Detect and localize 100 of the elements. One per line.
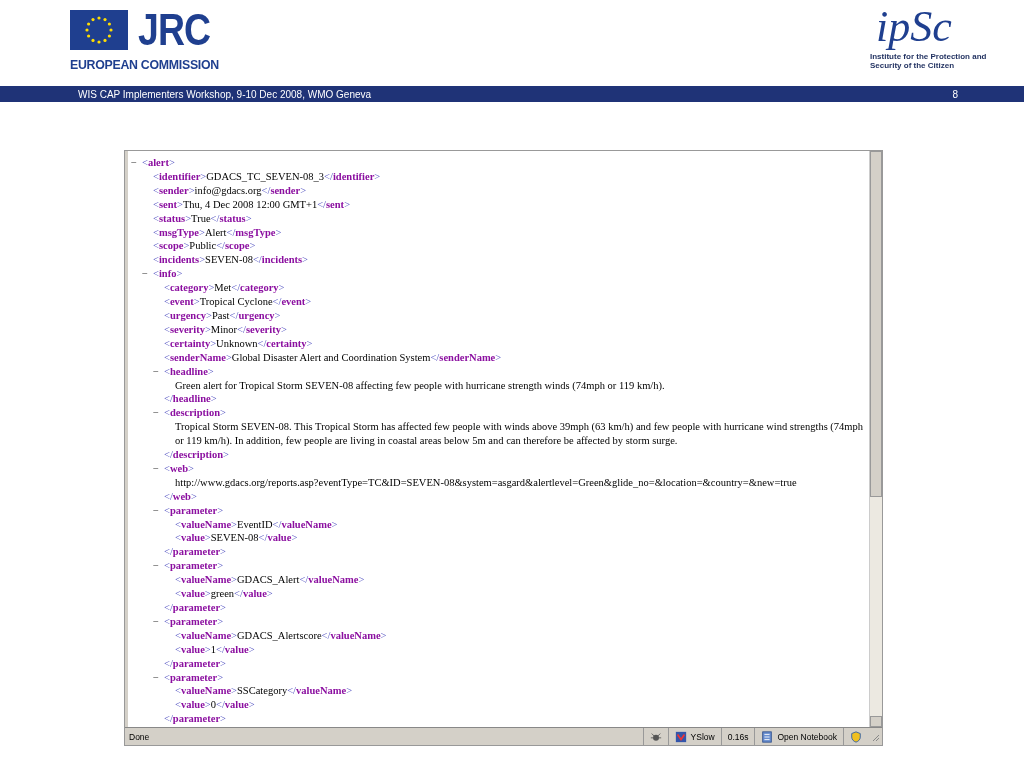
xml-tag: </event> [272,296,312,308]
xml-value: 1 [210,643,216,655]
xml-value: GDACS_Alert [237,574,300,586]
xml-value: EventID [237,518,273,530]
xml-tag: <info> [153,268,183,280]
logo-caption: Institute for the Protection and Security of the Citizen [870,52,988,70]
xml-value: Public [189,240,217,252]
xml-tag: <valueName> [175,685,237,697]
status-text: Done [128,731,151,742]
xml-tag: <parameter> [164,615,224,627]
xml-tag: </msgType> [226,226,282,238]
xml-tag: </sender> [261,184,307,196]
xml-tag: <valueName> [175,629,237,641]
xml-tag: <valueName> [175,518,237,530]
xml-value: SEVEN-08 [205,254,253,266]
xml-value: http://www.gdacs.org/reports.asp?eventType=TC&ID=SEVEN-08&system=asgard&alertlevel=Green&glide_no=&location=&country=&new=true [175,475,798,490]
xml-tag: <value> [175,588,211,600]
xml-tag: <value> [175,699,211,711]
xml-tag: </certainty> [257,337,313,349]
collapse-toggle[interactable]: − [153,559,164,574]
bug-icon[interactable] [649,730,662,743]
xml-tag: </senderName> [430,351,502,363]
xml-tag: <parameter> [164,504,224,516]
presentation-title: WIS CAP Implementers Workshop, 9-10 Dec 2008, WMO Geneva [78,88,372,100]
xml-tag: </value> [216,699,255,711]
xml-tag: <description> [164,407,226,419]
xml-value: 0 [210,699,216,711]
xml-tag: </value> [216,643,255,655]
xml-value: SSCategory [237,685,288,697]
xml-tag: </valueName> [272,518,338,530]
xml-tag: </urgency> [229,309,281,321]
xml-tag: </parameter> [164,713,226,725]
logo-caption: EUROPEAN COMMISSION [70,57,219,72]
xml-value: green [210,588,235,600]
xml-tag: </valueName> [287,685,353,697]
xml-tag: <identifier> [153,170,207,182]
xml-value: Past [212,309,230,321]
xml-value: Tropical Cyclone [199,296,273,308]
xml-tag: </status> [210,212,252,224]
xml-tag: <status> [153,212,192,224]
xml-tag: </web> [164,490,197,502]
xml-tag: </identifier> [324,170,381,182]
xml-tag: </description> [164,449,229,461]
xml-value: SEVEN-08 [210,532,259,544]
xml-tag: <severity> [164,323,211,335]
xml-tag: <sent> [153,198,183,210]
xml-tag: </value> [258,532,298,544]
xml-value: Met [214,282,232,294]
xml-tag: </category> [231,282,285,294]
xml-value: Tropical Storm SEVEN-08. This Tropical Storm has affected few people with winds above 39mph (63 km/h) and few people with hurricane wind strengths (74mph or 119 km/h). In addition, few people are living in coastal areas below 5m and can therefore be affected by storm surge. [175,420,865,449]
page-number: 8 [952,88,958,100]
xml-tag: </sent> [317,198,351,210]
xml-tag: </incidents> [252,254,308,266]
xml-tag: </headline> [164,393,217,405]
xml-tag: <value> [175,532,211,544]
collapse-toggle[interactable]: − [153,461,164,476]
xml-tag: <value> [175,643,211,655]
notebook-icon[interactable] [761,730,774,743]
xml-tag: <sender> [153,184,195,196]
xml-value: Thu, 4 Dec 2008 12:00 GMT+1 [182,198,318,210]
xml-tag: <parameter> [164,560,224,572]
xml-tag: </parameter> [164,546,226,558]
xml-tag: <parameter> [164,671,224,683]
collapse-toggle[interactable]: − [153,364,164,379]
load-time: 0.16s [720,728,755,745]
collapse-toggle[interactable]: − [153,614,164,629]
scrollbar[interactable] [869,151,882,727]
xml-value: GDACS_TC_SEVEN-08_3 [206,170,325,182]
collapse-toggle[interactable]: − [142,267,153,282]
xml-tag: <valueName> [175,574,237,586]
collapse-toggle[interactable]: − [131,156,142,170]
collapse-toggle[interactable]: − [153,503,164,518]
xml-value: info@gdacs.org [194,184,262,196]
yslow-label[interactable]: YSlow [690,731,715,742]
xml-tag: </parameter> [164,657,226,669]
xml-tag: </valueName> [321,629,387,641]
notebook-label[interactable]: Open Notebook [777,731,837,742]
logo-wordmark: ipSc [876,2,952,52]
eu-flag-icon [70,10,128,50]
xml-tag: <senderName> [164,351,232,363]
yslow-icon[interactable] [674,730,687,743]
xml-tag: <certainty> [164,337,217,349]
xml-value: Global Disaster Alert and Coordination System [231,351,431,363]
xml-value: Green alert for Tropical Storm SEVEN-08 affecting few people with hurricane strength winds (74mph or 119 km/h). [175,378,666,393]
xml-value: True [191,212,211,224]
xml-value: Alert [204,226,227,238]
xml-tag: </value> [234,588,273,600]
xml-tag: <incidents> [153,254,206,266]
xml-value: GDACS_Alertscore [237,629,322,641]
xml-tag: <urgency> [164,309,212,321]
xml-tag: <category> [164,282,215,294]
xml-tag: <web> [164,462,194,474]
xml-value: Unknown [216,337,258,349]
xml-tag: <alert> [142,157,175,168]
collapse-toggle[interactable]: − [153,406,164,421]
xml-tag: <headline> [164,365,214,377]
shield-icon[interactable] [850,730,862,743]
xml-tag: </parameter> [164,602,226,613]
xml-tag: <msgType> [153,226,205,238]
collapse-toggle[interactable]: − [153,670,164,685]
